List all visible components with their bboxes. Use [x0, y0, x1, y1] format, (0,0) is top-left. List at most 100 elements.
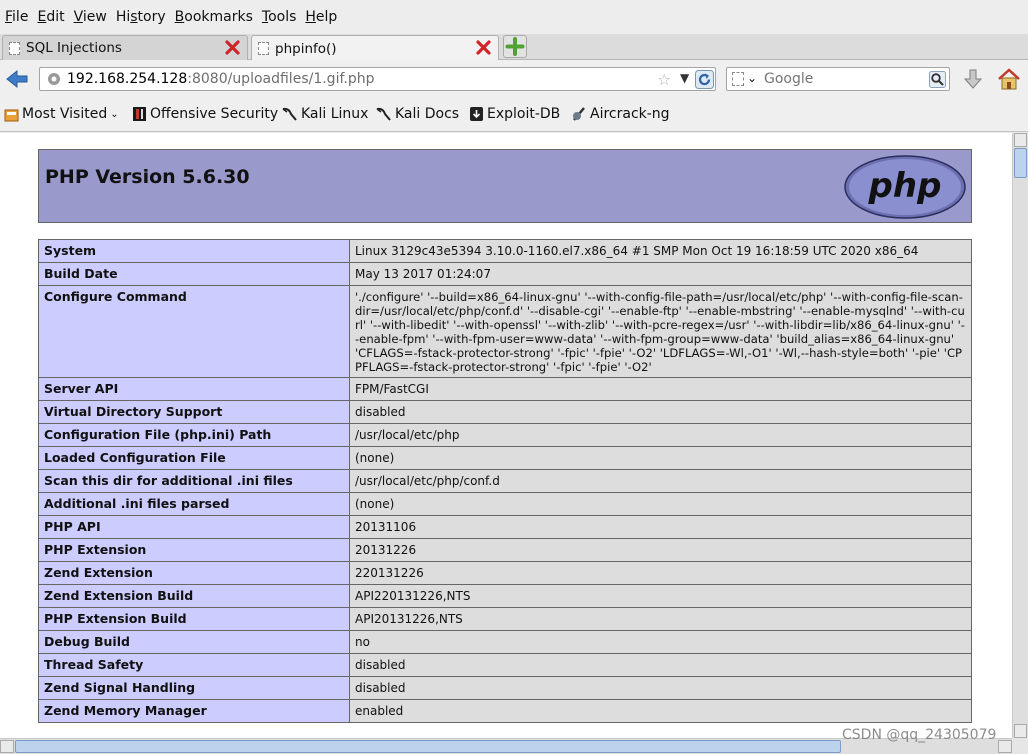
menu-tools-rest: ools [268, 9, 297, 25]
table-row: Debug Build no [38, 630, 972, 654]
php-logo-text: php [868, 166, 942, 206]
menu-edit[interactable]: Edit [36, 9, 70, 25]
scroll-right-button[interactable] [998, 740, 1012, 753]
row-value: FPM/FastCGI [349, 377, 972, 401]
row-value: /usr/local/etc/php/conf.d [349, 469, 972, 493]
close-tab-icon[interactable] [475, 39, 492, 56]
row-value: disabled [349, 400, 972, 424]
row-key: Loaded Configuration File [38, 446, 350, 470]
bookmark-exploit-db[interactable]: Exploit-DB [469, 106, 560, 122]
row-key: PHP Extension [38, 538, 350, 562]
menu-bookmarks[interactable]: Bookmarks [174, 9, 259, 25]
bookmark-kali-docs[interactable]: Kali Docs [375, 106, 459, 122]
offensive-security-icon [133, 107, 146, 121]
tab-phpinfo[interactable]: phpinfo() [251, 35, 499, 61]
row-value: 220131226 [349, 561, 972, 585]
php-version-header: PHP Version 5.6.30 php [38, 149, 972, 223]
row-value: (none) [349, 446, 972, 470]
globe-icon [48, 73, 60, 85]
menu-view[interactable]: View [73, 9, 113, 25]
bookmark-star-icon[interactable]: ☆ [657, 70, 671, 89]
menu-tools[interactable]: Tools [261, 9, 303, 25]
bookmark-label: Exploit-DB [487, 106, 561, 122]
row-value: 20131226 [349, 538, 972, 562]
bookmark-label: Kali Docs [395, 106, 460, 122]
row-value: no [349, 630, 972, 654]
row-key: Scan this dir for additional .ini files [38, 469, 350, 493]
menu-history-rest: tory [137, 9, 166, 25]
url-text: 192.168.254.128:8080/uploadfiles/1.gif.p… [67, 71, 374, 87]
scroll-left-button[interactable] [0, 740, 14, 753]
row-value: 20131106 [349, 515, 972, 539]
search-icon[interactable] [929, 71, 946, 88]
bookmark-most-visited[interactable]: Most Visited ⌄ [4, 106, 119, 122]
page-icon [258, 42, 269, 55]
chevron-down-icon: ⌄ [110, 108, 119, 120]
row-value: /usr/local/etc/php [349, 423, 972, 447]
row-key: Zend Extension [38, 561, 350, 585]
row-key: System [38, 239, 350, 263]
bookmark-label: Most Visited [22, 106, 108, 122]
bookmark-aircrack-ng[interactable]: Aircrack-ng [571, 106, 670, 122]
vertical-scrollbar[interactable] [1012, 133, 1028, 738]
menu-bar: File Edit View History Bookmarks Tools H… [0, 0, 1028, 34]
home-icon[interactable] [997, 67, 1021, 91]
menu-help-rest: elp [315, 9, 338, 25]
bookmark-kali-linux[interactable]: Kali Linux [281, 106, 368, 122]
table-row: Zend Memory Manager enabled [38, 699, 972, 723]
row-value: disabled [349, 653, 972, 677]
table-row: Thread Safety disabled [38, 653, 972, 677]
tab-label: phpinfo() [275, 40, 337, 57]
horizontal-scroll-thumb[interactable] [15, 740, 841, 753]
table-row: Loaded Configuration File (none) [38, 446, 972, 470]
menu-file[interactable]: File [4, 9, 34, 25]
row-key: PHP API [38, 515, 350, 539]
menu-history[interactable]: History [115, 9, 172, 25]
menu-help[interactable]: Help [304, 9, 343, 25]
search-engine-dropdown-icon[interactable]: ⌄ [747, 71, 757, 85]
url-dropdown-icon[interactable]: ▼ [680, 71, 689, 85]
table-row: Build Date May 13 2017 01:24:07 [38, 262, 972, 286]
row-value: Linux 3129c43e5394 3.10.0-1160.el7.x86_6… [349, 239, 972, 263]
row-value: enabled [349, 699, 972, 723]
scroll-up-button[interactable] [1014, 133, 1027, 147]
table-row: Zend Extension 220131226 [38, 561, 972, 585]
url-bar[interactable]: 192.168.254.128:8080/uploadfiles/1.gif.p… [39, 67, 716, 91]
search-input[interactable] [764, 71, 924, 87]
menu-history-pre: Hi [115, 9, 131, 25]
back-arrow-icon[interactable] [6, 69, 28, 89]
bookmark-offensive-security[interactable]: Offensive Security [132, 106, 278, 122]
row-value: disabled [349, 676, 972, 700]
search-box[interactable]: ⌄ [726, 67, 950, 91]
tab-label: SQL Injections [26, 40, 122, 56]
row-key: Server API [38, 377, 350, 401]
kali-dragon-icon [376, 107, 391, 121]
vertical-scroll-thumb[interactable] [1014, 148, 1027, 178]
bookmark-label: Aircrack-ng [590, 106, 670, 122]
table-row: PHP API 20131106 [38, 515, 972, 539]
row-key: Debug Build [38, 630, 350, 654]
table-row: Configure Command './configure' '--build=… [38, 285, 972, 378]
row-key: Configure Command [38, 285, 350, 378]
row-key: Build Date [38, 262, 350, 286]
row-key: Zend Extension Build [38, 584, 350, 608]
row-key: Additional .ini files parsed [38, 492, 350, 516]
scroll-down-button[interactable] [1014, 724, 1027, 738]
table-row: Scan this dir for additional .ini files /… [38, 469, 972, 493]
bookmark-label: Kali Linux [301, 106, 369, 122]
search-engine-icon[interactable] [732, 72, 744, 86]
new-tab-button[interactable] [503, 35, 527, 58]
table-row: Configuration File (php.ini) Path/usr/lo… [38, 423, 972, 447]
row-key: PHP Extension Build [38, 607, 350, 631]
close-tab-icon[interactable] [224, 39, 241, 56]
row-key: Configuration File (php.ini) Path [38, 423, 350, 447]
menu-edit-rest: dit [46, 9, 65, 25]
table-row: System Linux 3129c43e5394 3.10.0-1160.el7… [38, 239, 972, 263]
reload-icon[interactable] [695, 70, 714, 89]
aircrack-icon [573, 107, 585, 121]
download-icon[interactable] [962, 68, 984, 90]
php-info-table: System Linux 3129c43e5394 3.10.0-1160.el7… [38, 239, 972, 723]
tab-sql-injections[interactable]: SQL Injections [2, 35, 248, 60]
row-key: Virtual Directory Support [38, 400, 350, 424]
table-row: Zend Signal Handling disabled [38, 676, 972, 700]
